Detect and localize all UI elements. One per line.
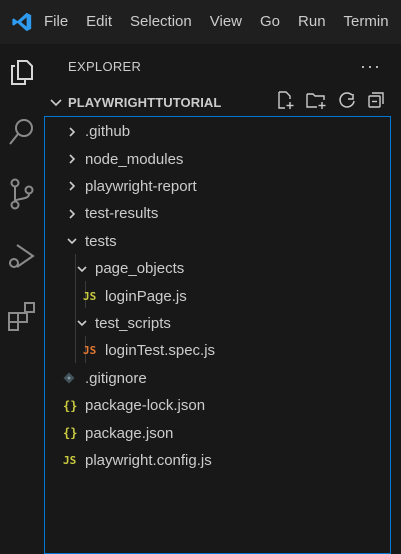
- tree-item-tests[interactable]: tests: [45, 228, 390, 255]
- menu-terminal[interactable]: Termin: [335, 0, 398, 44]
- activity-bar: [0, 44, 44, 554]
- chevron-right-icon: [65, 207, 79, 221]
- tree-item-label: test-results: [85, 205, 159, 223]
- tree-item-label: loginTest.spec.js: [105, 342, 216, 360]
- explorer-title: EXPLORER: [68, 58, 142, 74]
- menu-selection[interactable]: Selection: [121, 0, 201, 44]
- tree-item-label: loginPage.js: [105, 287, 187, 305]
- menu-file[interactable]: File: [44, 0, 77, 44]
- chevron-down-icon: [65, 234, 79, 248]
- chevron-right-icon: [65, 125, 79, 139]
- tree-item-login-page-js[interactable]: JS loginPage.js: [45, 282, 390, 309]
- tree-item-label: test_scripts: [95, 314, 171, 332]
- tree-item-label: package-lock.json: [85, 397, 206, 415]
- json-file-icon: {}: [63, 426, 78, 441]
- tree-item-github[interactable]: .github: [45, 118, 390, 145]
- chevron-down-icon: [75, 316, 89, 330]
- tree-item-playwright-report[interactable]: playwright-report: [45, 173, 390, 200]
- tree-item-label: playwright-report: [85, 177, 197, 195]
- workspace-section-header[interactable]: PLAYWRIGHTTUTORIAL: [44, 88, 401, 116]
- javascript-file-icon: JS: [63, 453, 77, 467]
- new-folder-icon[interactable]: [305, 90, 327, 115]
- tree-item-test-results[interactable]: test-results: [45, 200, 390, 227]
- tree-item-node-modules[interactable]: node_modules: [45, 145, 390, 172]
- explorer-sidebar: EXPLORER ··· PLAYWRIGHTTUTORIAL .github …: [44, 44, 401, 554]
- tree-item-gitignore[interactable]: .gitignore: [45, 365, 390, 392]
- javascript-file-icon: JS: [83, 289, 97, 303]
- tree-item-test-scripts[interactable]: test_scripts: [45, 310, 390, 337]
- chevron-right-icon: [65, 152, 79, 166]
- new-file-icon[interactable]: [275, 90, 295, 115]
- run-debug-icon[interactable]: [0, 228, 44, 284]
- json-file-icon: {}: [63, 398, 78, 413]
- vscode-logo-icon[interactable]: [0, 0, 44, 44]
- tree-item-playwright-config-js[interactable]: JS playwright.config.js: [45, 447, 390, 474]
- tree-item-label: tests: [85, 232, 117, 250]
- section-actions: [275, 88, 385, 116]
- menu-view[interactable]: View: [201, 0, 251, 44]
- tree-item-page-objects[interactable]: page_objects: [45, 255, 390, 282]
- scrollbar[interactable]: [391, 116, 401, 554]
- search-icon[interactable]: [0, 104, 44, 160]
- explorer-header: EXPLORER ···: [44, 44, 401, 88]
- refresh-icon[interactable]: [337, 90, 357, 115]
- tree-item-login-test-spec-js[interactable]: JS loginTest.spec.js: [45, 337, 390, 364]
- chevron-right-icon: [65, 179, 79, 193]
- source-control-icon[interactable]: [0, 166, 44, 222]
- tree-item-label: package.json: [85, 424, 174, 442]
- chevron-down-icon: [44, 95, 68, 109]
- extensions-icon[interactable]: [0, 288, 44, 344]
- title-bar: File Edit Selection View Go Run Termin: [0, 0, 401, 44]
- tree-item-label: .gitignore: [85, 369, 147, 387]
- menu-edit[interactable]: Edit: [77, 0, 121, 44]
- more-actions-button[interactable]: ···: [360, 57, 381, 75]
- chevron-down-icon: [75, 262, 89, 276]
- workspace-title: PLAYWRIGHTTUTORIAL: [68, 94, 222, 110]
- explorer-icon[interactable]: [0, 44, 44, 100]
- file-tree: .github node_modules playwright-report t…: [44, 116, 391, 554]
- collapse-all-icon[interactable]: [367, 91, 385, 114]
- git-file-icon: [63, 372, 85, 384]
- tree-item-label: page_objects: [95, 260, 185, 278]
- javascript-test-file-icon: JS: [83, 344, 97, 358]
- tree-item-label: .github: [85, 123, 131, 141]
- tree-item-package-json[interactable]: {} package.json: [45, 419, 390, 446]
- menu-run[interactable]: Run: [289, 0, 335, 44]
- tree-item-package-lock-json[interactable]: {} package-lock.json: [45, 392, 390, 419]
- tree-item-label: node_modules: [85, 150, 184, 168]
- menu-go[interactable]: Go: [251, 0, 289, 44]
- tree-item-label: playwright.config.js: [85, 451, 212, 469]
